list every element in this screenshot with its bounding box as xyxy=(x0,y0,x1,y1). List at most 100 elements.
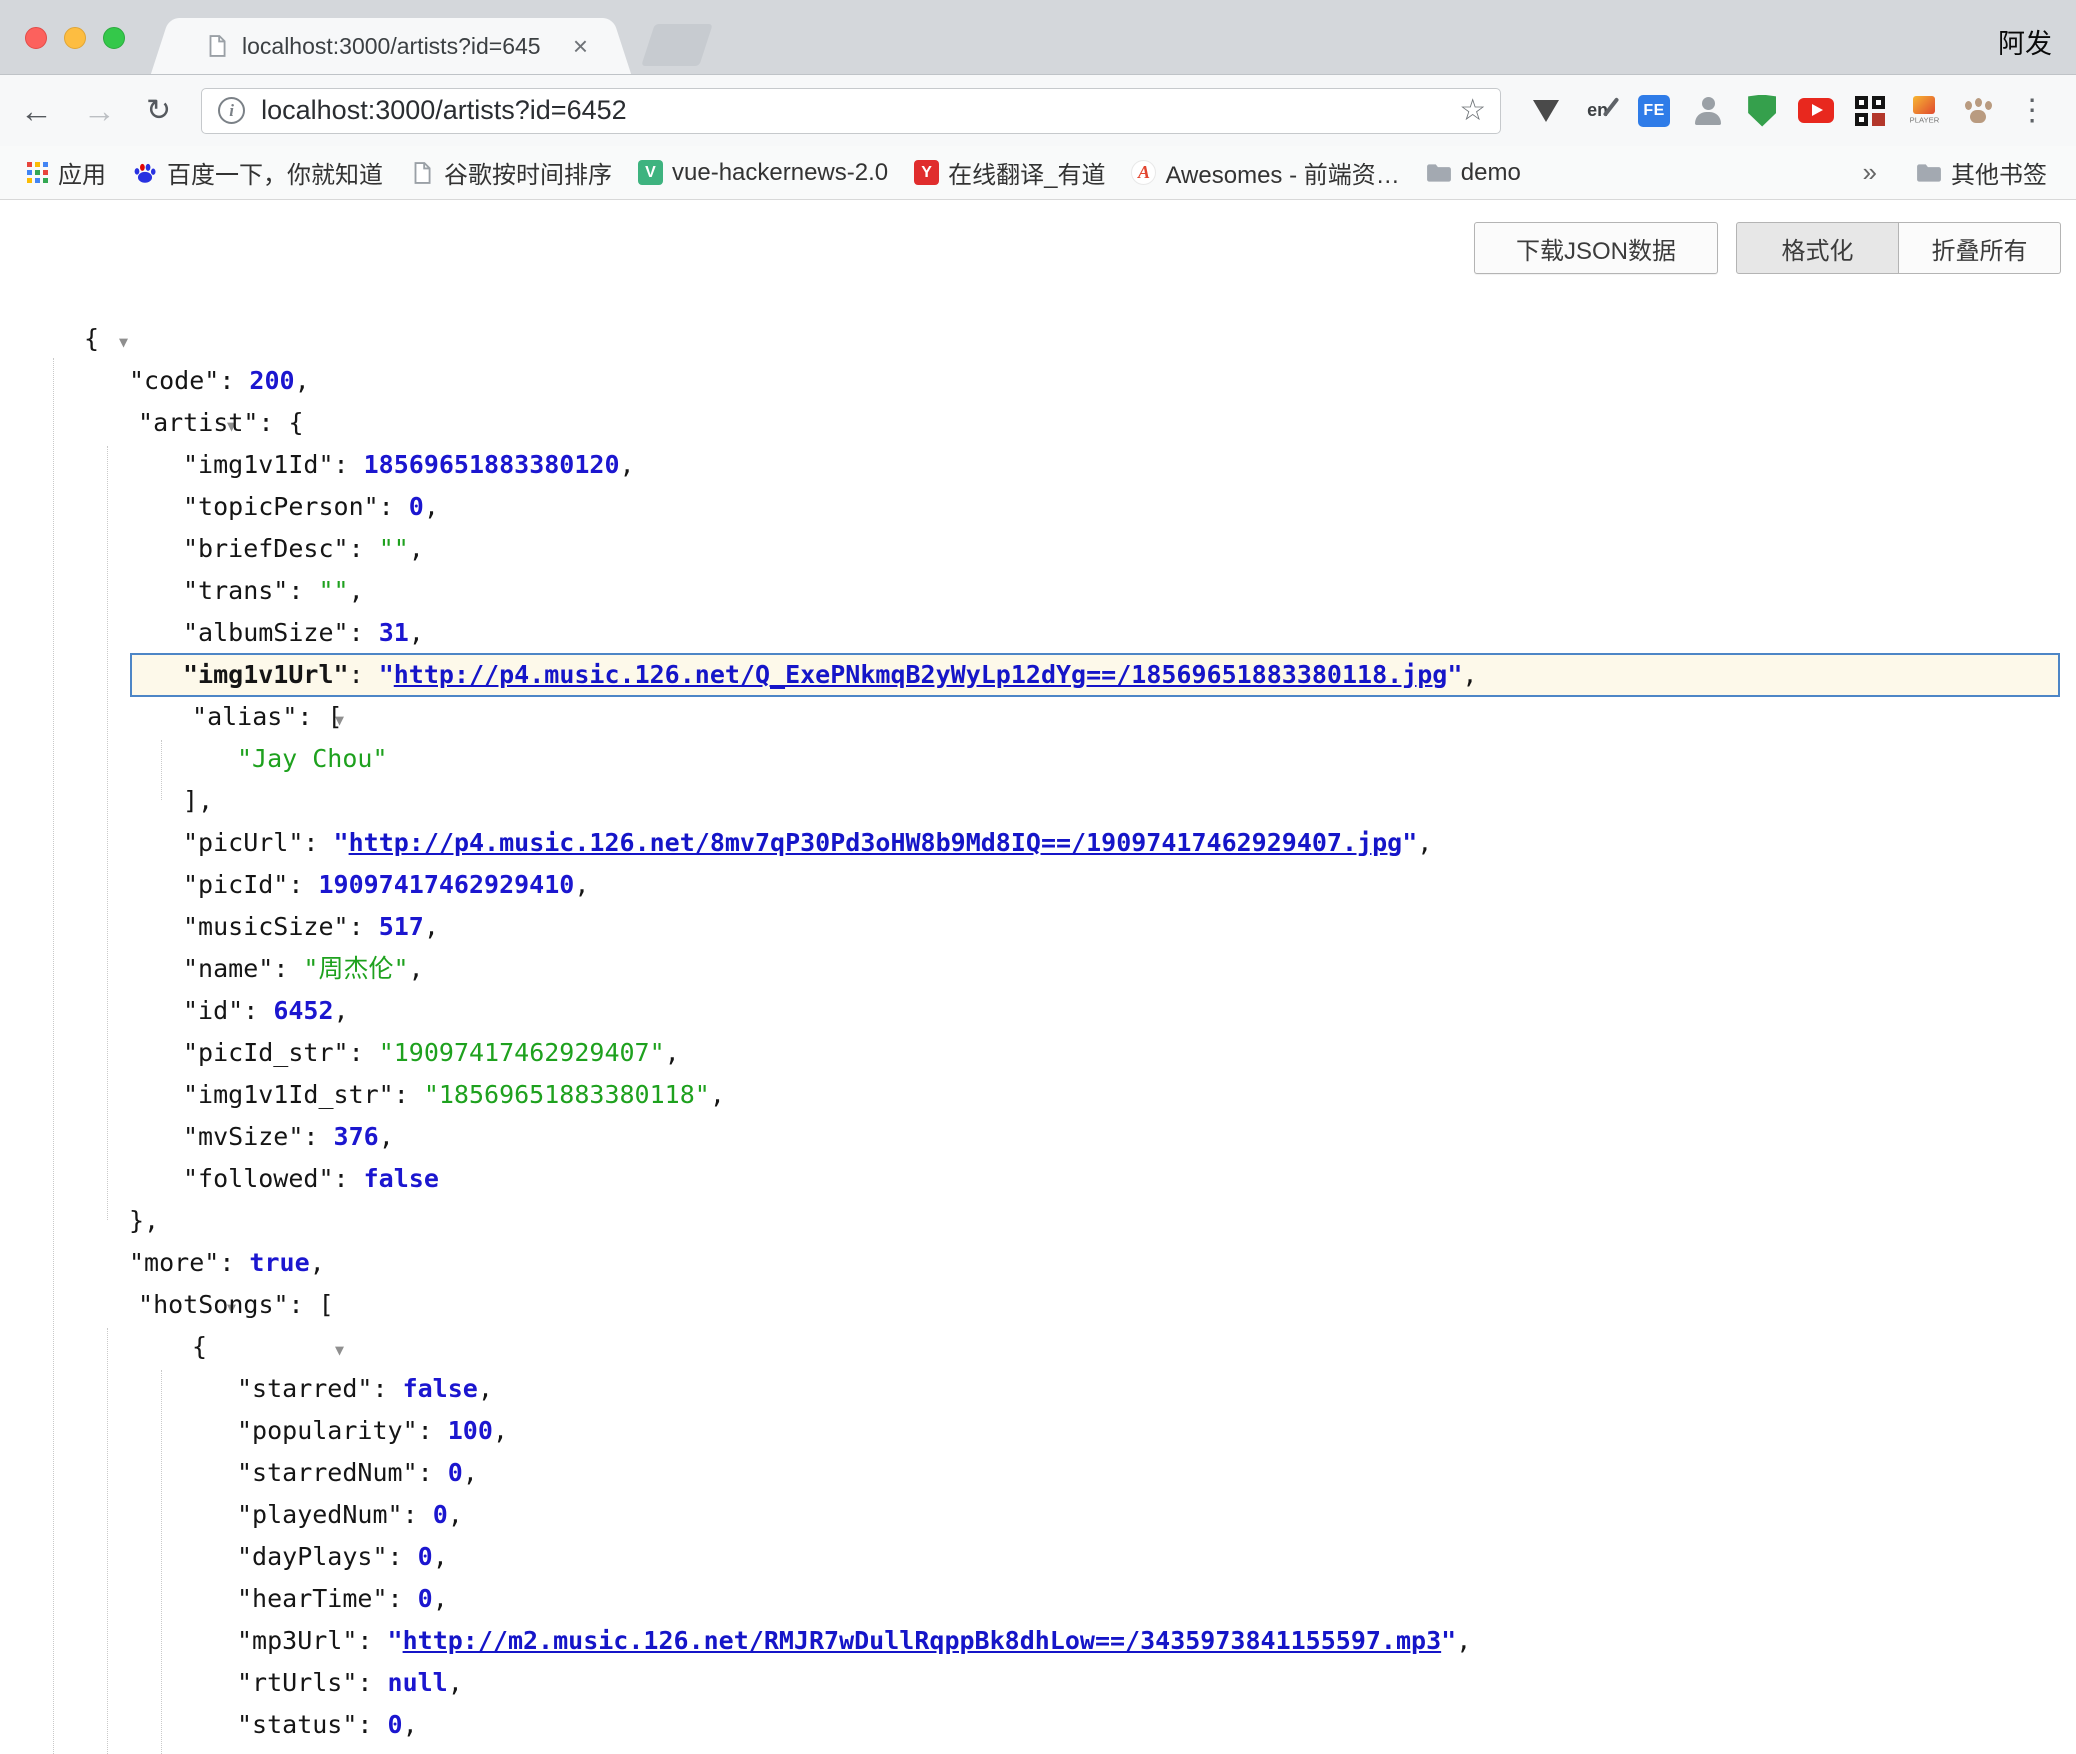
json-token: , xyxy=(448,1668,463,1697)
json-line: "musicSize": 517, xyxy=(0,906,2076,948)
paw-extension-icon[interactable] xyxy=(1959,88,1997,134)
other-bookmarks-folder[interactable]: 其他书签 xyxy=(1903,146,2060,199)
new-tab-button[interactable] xyxy=(641,24,713,66)
json-key: "trans" xyxy=(183,576,288,605)
json-token: " xyxy=(334,828,349,857)
download-json-button[interactable]: 下载JSON数据 xyxy=(1474,222,1718,274)
browser-tab[interactable]: localhost:3000/artists?id=645 × xyxy=(176,18,606,74)
bookmarks-right: » 其他书签 xyxy=(1863,146,2060,199)
bookmarks-overflow-chevron[interactable]: » xyxy=(1863,157,1877,188)
json-line: ▼"artist": { xyxy=(0,402,2076,444)
json-token: false xyxy=(403,1374,478,1403)
browser-menu-icon[interactable]: ⋮ xyxy=(2013,88,2051,134)
close-window-button[interactable] xyxy=(25,27,47,49)
json-line: ▼"hotSongs": [ xyxy=(0,1284,2076,1326)
json-token: , xyxy=(1456,1626,1471,1655)
json-line: "picUrl": "http://p4.music.126.net/8mv7q… xyxy=(0,822,2076,864)
tree-guide-line xyxy=(107,1328,108,1754)
json-token: , xyxy=(1462,660,1477,689)
collapse-all-button[interactable]: 折叠所有 xyxy=(1899,222,2061,274)
zoom-window-button[interactable] xyxy=(103,27,125,49)
collapse-toggle-icon[interactable]: ▼ xyxy=(119,333,128,351)
bookmark-item[interactable]: AAwesomes - 前端资… xyxy=(1118,146,1412,199)
json-key: "artist" xyxy=(138,408,258,437)
json-line: "status": 0, xyxy=(0,1704,2076,1746)
json-token: "" xyxy=(318,576,348,605)
forward-button[interactable]: → xyxy=(83,94,116,127)
browser-toolbar: ← → ↻ i localhost:3000/artists?id=6452 ☆… xyxy=(0,75,2076,146)
json-token: : xyxy=(334,450,364,479)
json-line: "mvSize": 376, xyxy=(0,1116,2076,1158)
json-line: "img1v1Id": 18569651883380120, xyxy=(0,444,2076,486)
bookmark-star-icon[interactable]: ☆ xyxy=(1459,93,1486,128)
tab-close-icon[interactable]: × xyxy=(563,33,588,59)
json-token: , xyxy=(433,1542,448,1571)
json-token: : xyxy=(349,912,379,941)
json-token: : xyxy=(303,828,333,857)
bookmark-item[interactable]: Y在线翻译_有道 xyxy=(901,146,1118,199)
reload-button[interactable]: ↻ xyxy=(146,94,171,127)
json-key: "followed" xyxy=(183,1164,334,1193)
translate-extension-icon[interactable]: en xyxy=(1581,88,1619,134)
url-text[interactable]: localhost:3000/artists?id=6452 xyxy=(261,95,627,126)
json-key: "img1v1Id" xyxy=(183,450,334,479)
json-token: : xyxy=(219,366,249,395)
youtube-extension-icon[interactable] xyxy=(1797,88,1835,134)
qrcode-extension-icon[interactable] xyxy=(1851,88,1889,134)
format-button[interactable]: 格式化 xyxy=(1736,222,1899,274)
minimize-window-button[interactable] xyxy=(64,27,86,49)
bookmark-item[interactable]: 应用 xyxy=(14,146,119,199)
json-token: 200 xyxy=(249,366,294,395)
player-extension-icon[interactable]: PLAYER xyxy=(1905,88,1943,134)
json-token: 0 xyxy=(448,1458,463,1487)
json-token: : xyxy=(349,618,379,647)
json-key: "picId_str" xyxy=(183,1038,349,1067)
json-token: : xyxy=(372,1374,402,1403)
json-token: : xyxy=(303,1122,333,1151)
bookmark-label: vue-hackernews-2.0 xyxy=(672,159,888,187)
json-key: "mp3Url" xyxy=(237,1626,357,1655)
address-bar[interactable]: i localhost:3000/artists?id=6452 ☆ xyxy=(201,88,1501,134)
json-token: ], xyxy=(183,786,213,815)
json-token: : { xyxy=(258,408,303,437)
json-line: "mp3Url": "http://m2.music.126.net/RMJR7… xyxy=(0,1620,2076,1662)
site-info-icon[interactable]: i xyxy=(218,97,245,124)
json-url-link[interactable]: http://p4.music.126.net/Q_ExePNkmqB2yWyL… xyxy=(394,660,1448,689)
json-url-link[interactable]: http://p4.music.126.net/8mv7qP30Pd3oHW8b… xyxy=(349,828,1403,857)
json-token: : xyxy=(403,1500,433,1529)
bookmark-item[interactable]: 百度一下，你就知道 xyxy=(119,146,396,199)
json-token: " xyxy=(1447,660,1462,689)
tree-guide-line xyxy=(53,358,54,1754)
json-token: , xyxy=(574,870,589,899)
fe-extension-icon[interactable]: FE xyxy=(1635,88,1673,134)
json-line: "picId_str": "19097417462929407", xyxy=(0,1032,2076,1074)
json-token: , xyxy=(493,1416,508,1445)
json-line: "popularity": 100, xyxy=(0,1410,2076,1452)
json-token: "周杰伦" xyxy=(303,954,408,983)
json-token: , xyxy=(334,996,349,1025)
document-icon xyxy=(409,160,435,186)
back-button[interactable]: ← xyxy=(20,94,53,127)
json-line: }, xyxy=(0,1200,2076,1242)
tree-guide-line xyxy=(161,740,162,800)
folder-icon xyxy=(1916,160,1942,186)
bookmark-item[interactable]: demo xyxy=(1413,146,1534,199)
apps-grid-icon xyxy=(27,162,49,184)
json-token: : xyxy=(388,1584,418,1613)
bookmark-item[interactable]: Vvue-hackernews-2.0 xyxy=(625,146,901,199)
json-key: "rtUrls" xyxy=(237,1668,357,1697)
json-line: "name": "周杰伦", xyxy=(0,948,2076,990)
v-logo-extension-icon[interactable] xyxy=(1527,88,1565,134)
json-line: "picId": 19097417462929410, xyxy=(0,864,2076,906)
collapse-toggle-icon[interactable]: ▼ xyxy=(335,1341,344,1359)
json-token: : xyxy=(357,1710,387,1739)
shield-extension-icon[interactable] xyxy=(1743,88,1781,134)
json-token: 31 xyxy=(379,618,409,647)
json-key: "img1v1Url" xyxy=(183,660,349,689)
profile-extension-icon[interactable] xyxy=(1689,88,1727,134)
json-line: "starredNum": 0, xyxy=(0,1452,2076,1494)
json-token: : xyxy=(349,534,379,563)
bookmark-item[interactable]: 谷歌按时间排序 xyxy=(396,146,625,199)
json-line: "copyFrom": "", xyxy=(0,1746,2076,1754)
json-url-link[interactable]: http://m2.music.126.net/RMJR7wDullRqppBk… xyxy=(403,1626,1442,1655)
